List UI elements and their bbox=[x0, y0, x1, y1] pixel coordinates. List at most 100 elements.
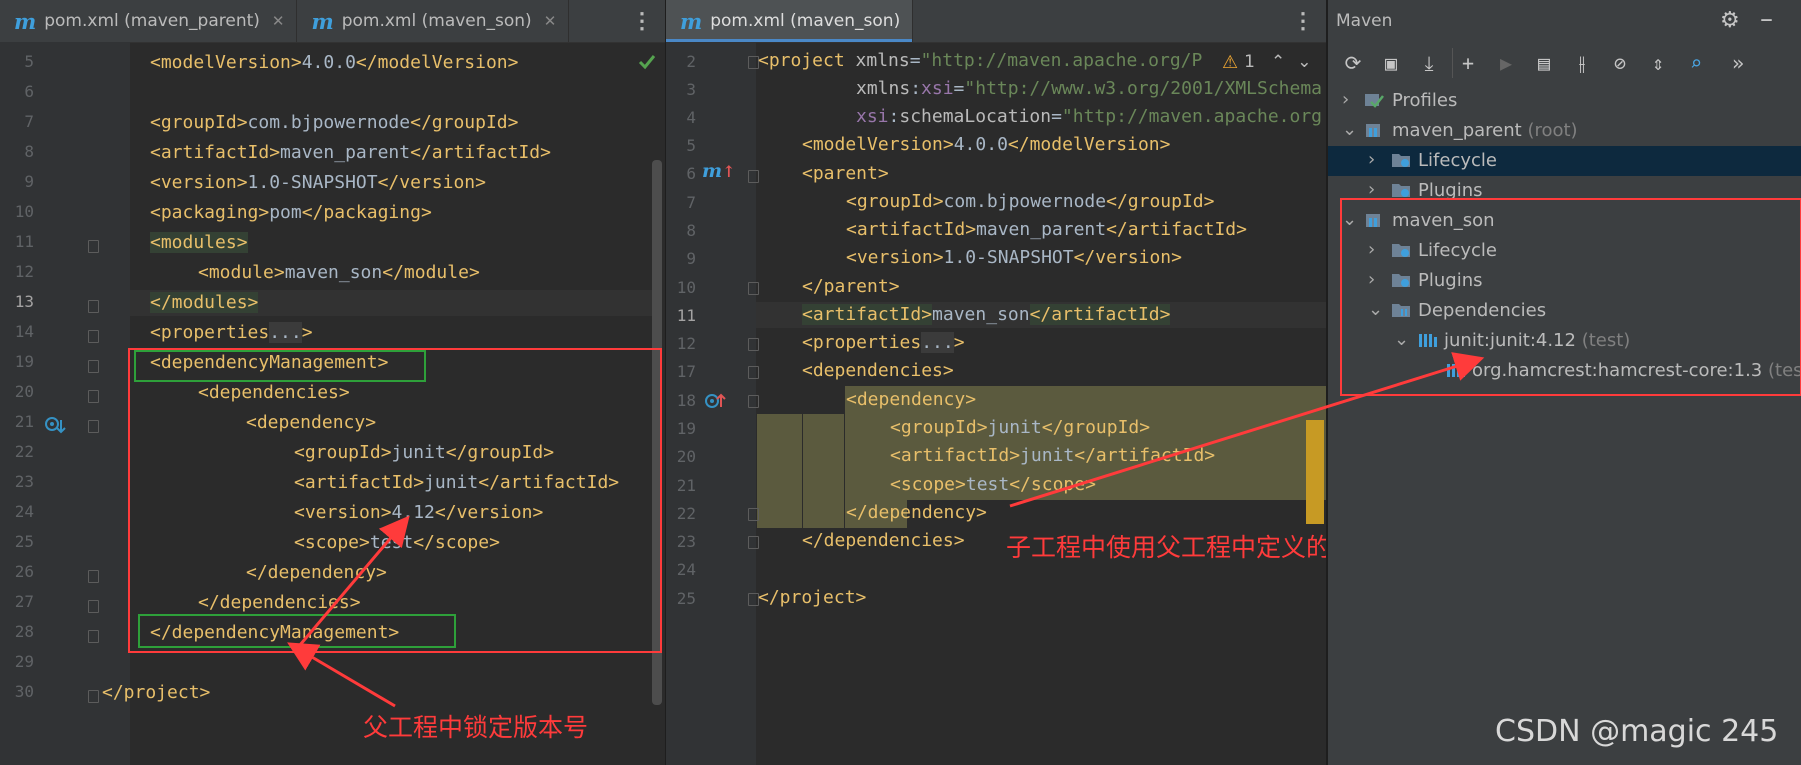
fold-marker[interactable] bbox=[748, 366, 759, 379]
maven-file-icon: m bbox=[311, 8, 334, 34]
fold-marker[interactable] bbox=[88, 570, 99, 583]
inspection-widget[interactable]: ⚠ 1 ⌃ ⌄ bbox=[1222, 46, 1326, 78]
fold-expand-marker[interactable] bbox=[748, 338, 759, 351]
chevron-down-icon[interactable]: ⌄ bbox=[1342, 119, 1357, 140]
folder-reload-icon[interactable]: ▣ bbox=[1376, 48, 1406, 78]
fold-marker[interactable] bbox=[88, 390, 99, 403]
code-line: <dependencies> bbox=[802, 360, 954, 381]
code-line: <artifactId>maven_parent</artifactId> bbox=[150, 142, 551, 163]
middle-editor-pane: m pom.xml (maven_son) ⋮ 2 3 4 5 6 7 8 9 … bbox=[666, 0, 1326, 765]
fold-marker[interactable] bbox=[748, 395, 759, 408]
parent-pom-icon[interactable]: m↑ bbox=[702, 160, 736, 182]
profiles-icon bbox=[1365, 94, 1384, 108]
maven-file-icon: m bbox=[14, 8, 37, 34]
chevron-right-icon[interactable]: › bbox=[1368, 149, 1375, 170]
line-number: 22 bbox=[676, 504, 696, 523]
left-tab-bar: m pom.xml (maven_parent) ✕ m pom.xml (ma… bbox=[0, 0, 665, 43]
skip-tests-icon[interactable]: ⊘ bbox=[1605, 48, 1635, 78]
fold-marker[interactable] bbox=[88, 690, 99, 703]
more-icon[interactable]: » bbox=[1723, 48, 1753, 78]
line-number: 9 bbox=[686, 249, 696, 268]
line-number: 3 bbox=[686, 80, 696, 99]
code-line: <parent> bbox=[802, 163, 889, 184]
code-line: </dependencies> bbox=[802, 530, 965, 551]
tree-item-maven-parent[interactable]: ⌄ maven_parent (root) bbox=[1328, 116, 1801, 146]
tree-label: Lifecycle bbox=[1418, 150, 1497, 171]
line-number: 10 bbox=[676, 278, 696, 297]
fold-marker[interactable] bbox=[88, 360, 99, 373]
code-line: </project> bbox=[758, 587, 867, 608]
fold-expand-marker[interactable] bbox=[88, 330, 99, 343]
fold-marker[interactable] bbox=[748, 170, 759, 183]
run-icon[interactable]: ▶ bbox=[1491, 48, 1521, 78]
close-icon[interactable]: ✕ bbox=[272, 12, 285, 30]
line-number: 29 bbox=[14, 652, 34, 671]
add-icon[interactable]: + bbox=[1452, 48, 1483, 78]
collapse-all-icon[interactable]: ⇕ bbox=[1643, 48, 1673, 78]
code-line: <module>maven_son</module> bbox=[198, 262, 480, 283]
son-dependency-highlight-box bbox=[1340, 198, 1801, 396]
code-line: <modelVersion>4.0.0</modelVersion> bbox=[150, 52, 519, 73]
tab-son-pom[interactable]: m pom.xml (maven_son) ✕ bbox=[297, 0, 570, 42]
line-number: 27 bbox=[14, 592, 34, 611]
line-number: 28 bbox=[14, 622, 34, 641]
scroll-marker bbox=[1306, 420, 1324, 524]
line-number: 30 bbox=[14, 682, 34, 701]
line-number: 11 bbox=[14, 232, 34, 251]
watermark: CSDN @magic 245 bbox=[1495, 714, 1779, 749]
code-line: </modules> bbox=[150, 292, 259, 313]
line-number: 10 bbox=[14, 202, 34, 221]
tab-son-pom[interactable]: m pom.xml (maven_son) bbox=[666, 0, 914, 42]
toggle-offline-icon[interactable]: ⫲ bbox=[1567, 48, 1597, 78]
line-number: 19 bbox=[14, 352, 34, 371]
code-line: <packaging>pom</packaging> bbox=[150, 202, 432, 223]
minimize-icon[interactable]: – bbox=[1760, 4, 1773, 34]
line-number: 25 bbox=[14, 532, 34, 551]
execute-goal-icon[interactable]: ▤ bbox=[1529, 48, 1559, 78]
line-number: 8 bbox=[686, 221, 696, 240]
code-line: <modelVersion>4.0.0</modelVersion> bbox=[802, 134, 1171, 155]
reload-icon[interactable]: ⟳ bbox=[1338, 48, 1368, 78]
chevron-right-icon[interactable]: › bbox=[1368, 179, 1375, 200]
code-line: xsi:schemaLocation="http://maven.apache.… bbox=[856, 106, 1323, 127]
line-number: 22 bbox=[14, 442, 34, 461]
close-icon[interactable]: ✕ bbox=[544, 12, 557, 30]
chevron-right-icon[interactable]: › bbox=[1342, 89, 1349, 110]
more-options-icon[interactable]: ⋮ bbox=[619, 0, 665, 42]
fold-marker[interactable] bbox=[748, 282, 759, 295]
tree-label: Profiles bbox=[1392, 90, 1458, 111]
code-line: <groupId>com.bjpowernode</groupId> bbox=[150, 112, 519, 133]
fold-marker[interactable] bbox=[748, 508, 759, 521]
tab-label: pom.xml (maven_son) bbox=[710, 11, 901, 31]
code-line: <version>1.0-SNAPSHOT</version> bbox=[846, 247, 1182, 268]
analyze-dependencies-icon[interactable]: ⌕ bbox=[1681, 48, 1711, 78]
gear-icon[interactable]: ⚙ bbox=[1720, 8, 1740, 33]
chevron-up-icon[interactable]: ⌃ bbox=[1271, 52, 1285, 72]
fold-marker[interactable] bbox=[88, 600, 99, 613]
line-number: 20 bbox=[676, 447, 696, 466]
line-number: 20 bbox=[14, 382, 34, 401]
maven-project-icon bbox=[1366, 124, 1380, 137]
code-line: <modules> bbox=[150, 232, 248, 253]
line-number: 5 bbox=[24, 52, 34, 71]
fold-marker[interactable] bbox=[88, 240, 99, 253]
line-number: 12 bbox=[14, 262, 34, 281]
overrides-icon[interactable] bbox=[704, 391, 726, 413]
line-number: 8 bbox=[24, 142, 34, 161]
fold-marker[interactable] bbox=[88, 300, 99, 313]
tree-item-lifecycle[interactable]: › Lifecycle bbox=[1328, 146, 1801, 176]
code-line: </parent> bbox=[802, 276, 900, 297]
dependency-management-highlight-box bbox=[128, 348, 662, 653]
more-options-icon[interactable]: ⋮ bbox=[1280, 0, 1326, 42]
tree-item-profiles[interactable]: › Profiles bbox=[1328, 86, 1801, 116]
fold-marker[interactable] bbox=[88, 630, 99, 643]
tab-parent-pom[interactable]: m pom.xml (maven_parent) ✕ bbox=[0, 0, 298, 42]
check-icon bbox=[638, 55, 656, 70]
fold-marker[interactable] bbox=[748, 536, 759, 549]
overridden-icon[interactable] bbox=[44, 415, 66, 437]
line-number: 17 bbox=[676, 362, 696, 381]
fold-marker[interactable] bbox=[88, 420, 99, 433]
download-icon[interactable]: ⤓ bbox=[1414, 48, 1444, 78]
chevron-down-icon[interactable]: ⌄ bbox=[1297, 52, 1311, 72]
line-number: 7 bbox=[24, 112, 34, 131]
